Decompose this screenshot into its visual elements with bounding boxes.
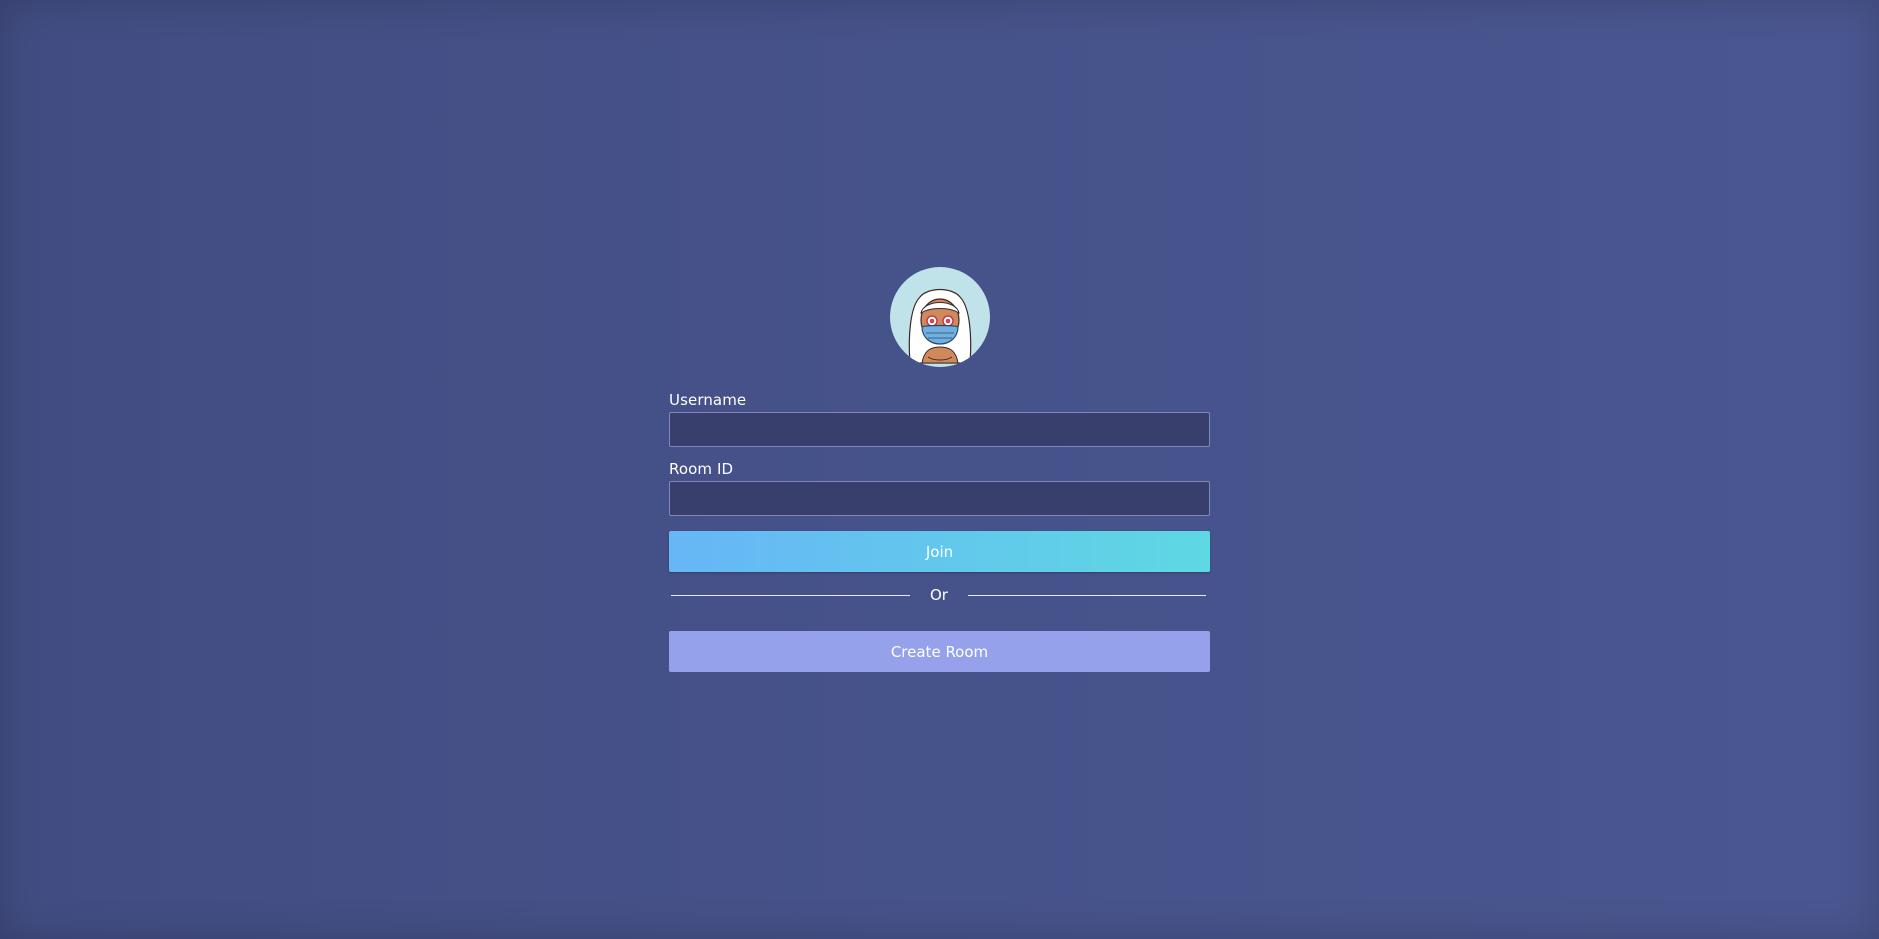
- create-room-button[interactable]: Create Room: [669, 631, 1210, 672]
- room-id-label: Room ID: [669, 460, 734, 478]
- or-divider: Or: [669, 585, 1210, 605]
- username-label: Username: [669, 391, 747, 409]
- divider-line-right: [968, 595, 1206, 596]
- join-button[interactable]: Join: [669, 531, 1210, 572]
- username-input[interactable]: [669, 412, 1210, 447]
- divider-text: Or: [930, 586, 948, 604]
- avatar-icon: [890, 267, 990, 367]
- room-id-input[interactable]: [669, 481, 1210, 516]
- divider-line-left: [671, 595, 910, 596]
